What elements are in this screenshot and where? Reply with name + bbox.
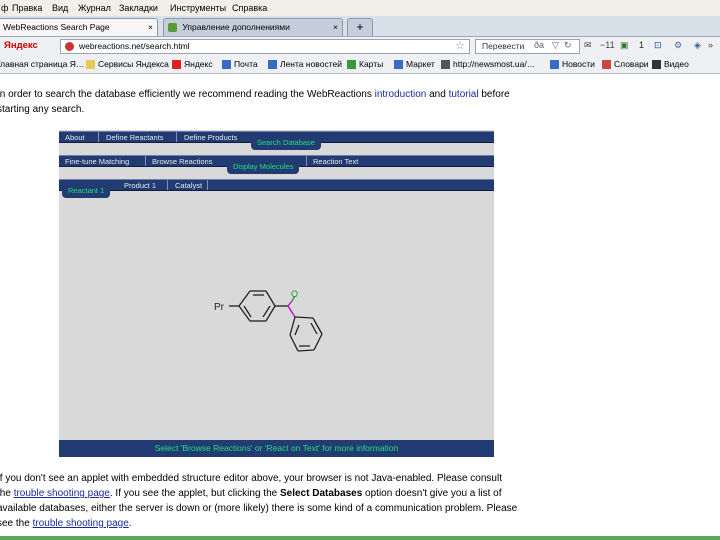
bookmark-video[interactable]: Видео	[652, 59, 689, 70]
bookmark-news[interactable]: Новости	[550, 59, 595, 70]
close-icon[interactable]: ×	[148, 19, 153, 36]
java-paragraph-line4: see the trouble shooting page.	[0, 518, 132, 529]
bookmarks-bar: Главная страница Я… Сервисы Яндекса Янде…	[0, 57, 720, 74]
mail-icon	[222, 60, 231, 70]
cart-icon	[394, 60, 403, 70]
tab-title: WebReactions Search Page	[3, 22, 110, 32]
menu-history[interactable]: Журнал	[78, 3, 111, 13]
applet-status-text: Select 'Browse Reactions' or 'React on T…	[154, 443, 399, 453]
menu-view[interactable]: Вид	[52, 3, 68, 13]
carbonyl-bond-2	[287, 305, 296, 318]
intro-paragraph-line1: In order to search the database efficien…	[0, 89, 510, 100]
applet-status-bar: Select 'Browse Reactions' or 'React on T…	[59, 440, 494, 457]
java-paragraph-line3: available databases, either the server i…	[0, 503, 518, 514]
bookmark-yandex[interactable]: Яндекс	[172, 59, 213, 70]
carbonyl-bond	[287, 300, 293, 307]
folder-icon	[86, 60, 95, 70]
bookmark-newsmost[interactable]: http://newsmost.ua/…	[441, 59, 535, 70]
tab-strip: WebReactions Search Page × Управление до…	[0, 16, 720, 37]
intro-paragraph-line2: starting any search.	[0, 104, 85, 115]
molecule-canvas[interactable]: Pr O	[59, 130, 494, 457]
java-paragraph-line2: the trouble shooting page. If you see th…	[0, 488, 502, 499]
profile-icon[interactable]: ◈	[694, 40, 701, 51]
reload-icon[interactable]: ↻	[564, 40, 572, 51]
java-paragraph-line1: If you don't see an applet with embedded…	[0, 473, 502, 484]
network-icon[interactable]: ▣	[620, 40, 629, 51]
atom-label-o: O	[291, 289, 298, 299]
bookmark-maps[interactable]: Карты	[347, 59, 383, 70]
tab-addons[interactable]: Управление дополнениями ×	[163, 18, 343, 36]
tab-webreactions[interactable]: WebReactions Search Page ×	[0, 18, 158, 36]
status-strip	[0, 536, 720, 540]
yandex-logo[interactable]: Яндекс	[4, 40, 38, 51]
bookmark-yandex-home[interactable]: Главная страница Я…	[0, 59, 84, 69]
bookmark-news-feed[interactable]: Лента новостей	[268, 59, 342, 70]
benzene-ring-1	[238, 290, 276, 322]
menu-bar: ф Правка Вид Журнал Закладки Инструменты…	[0, 0, 720, 17]
menu-help[interactable]: Справка	[232, 3, 267, 13]
close-icon[interactable]: ×	[333, 19, 338, 36]
addon-icon[interactable]: ⚙	[674, 40, 682, 51]
introduction-link[interactable]: introduction	[375, 89, 427, 100]
yandex-icon	[172, 60, 181, 70]
bookmark-count: 1	[639, 40, 645, 50]
bookmark-mail[interactable]: Почта	[222, 59, 258, 70]
tutorial-link[interactable]: tutorial	[449, 89, 479, 100]
overflow-icon[interactable]: »	[708, 40, 713, 50]
puzzle-icon	[168, 23, 177, 33]
page-icon	[441, 60, 450, 70]
news-icon	[268, 60, 277, 70]
tab-title: Управление дополнениями	[182, 22, 290, 32]
star-icon[interactable]: ☆	[455, 40, 465, 53]
menu-bookmarks[interactable]: Закладки	[119, 3, 158, 13]
mail-icon[interactable]: ✉	[584, 40, 592, 51]
dictionary-icon	[602, 60, 611, 70]
trouble-shooting-link-2[interactable]: trouble shooting page	[33, 518, 129, 529]
chevron-down-icon[interactable]: ▽	[552, 40, 559, 51]
trouble-shooting-link[interactable]: trouble shooting page	[14, 488, 110, 499]
news-icon	[550, 60, 559, 70]
video-icon	[652, 60, 661, 70]
translate-button[interactable]: ⊡	[654, 40, 662, 51]
atom-label-pr: Pr	[214, 302, 225, 313]
url-text: webreactions.net/search.html	[79, 41, 190, 51]
url-bar[interactable]: webreactions.net/search.html ☆	[60, 39, 470, 54]
map-icon	[347, 60, 356, 70]
bookmark-market[interactable]: Маркет	[394, 59, 435, 70]
benzene-ring-2	[289, 316, 323, 352]
globe-icon	[65, 42, 74, 51]
menu-file[interactable]: ф	[1, 3, 8, 13]
bookmark-yandex-services[interactable]: Сервисы Яндекса	[86, 59, 169, 70]
new-tab-button[interactable]: +	[347, 18, 373, 36]
translate-icon[interactable]: ða	[534, 40, 544, 50]
bookmark-dictionaries[interactable]: Словари	[602, 59, 649, 70]
menu-tools[interactable]: Инструменты	[170, 3, 226, 13]
menu-edit[interactable]: Правка	[12, 3, 42, 13]
weather-icon: −11	[600, 40, 615, 50]
